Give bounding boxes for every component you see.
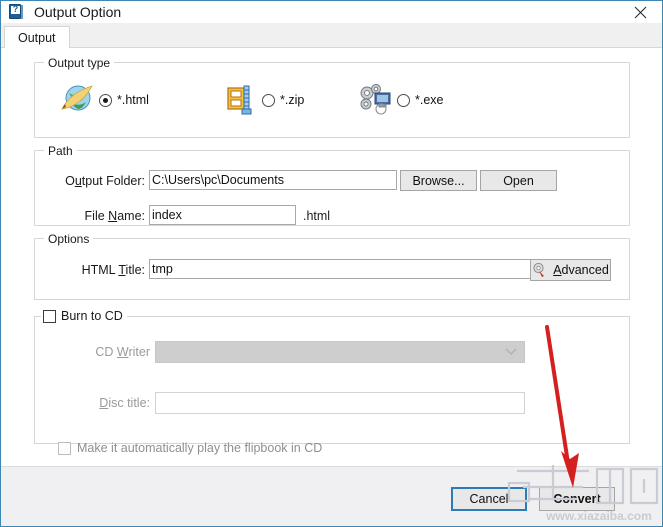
dialog-footer: Cancel Convert <box>1 466 662 526</box>
options-group-title: Options <box>44 232 94 246</box>
advanced-button-label: Advanced <box>553 263 609 277</box>
radio-exe[interactable] <box>397 93 410 107</box>
gear-icon <box>532 262 548 278</box>
path-group: Path Output Folder: Browse... Open File … <box>34 144 630 226</box>
chevron-down-icon <box>505 348 517 355</box>
window-title: Output Option <box>34 4 122 20</box>
file-extension-label: .html <box>303 209 331 223</box>
autoplay-checkbox-row: Make it automatically play the flipbook … <box>58 441 322 455</box>
zip-archive-icon <box>222 82 262 118</box>
output-type-label-html: *.html <box>117 93 149 107</box>
output-type-label-zip: *.zip <box>280 93 305 107</box>
radio-html[interactable] <box>99 93 112 107</box>
output-type-option-exe[interactable]: *.exe <box>357 82 444 118</box>
close-icon[interactable] <box>618 1 662 23</box>
output-type-option-zip[interactable]: *.zip <box>222 82 304 118</box>
browse-button[interactable]: Browse... <box>400 170 477 191</box>
html-title-label: HTML Title: <box>81 263 145 277</box>
gears-exe-icon <box>357 82 397 118</box>
disc-title-label: Disc title: <box>99 396 150 410</box>
output-type-group-title: Output type <box>44 56 115 70</box>
file-name-label: File Name: <box>84 209 145 223</box>
output-folder-input[interactable] <box>149 170 397 190</box>
radio-zip[interactable] <box>262 93 275 107</box>
burn-to-cd-checkbox[interactable] <box>43 309 56 323</box>
disc-title-input <box>155 392 525 414</box>
dialog-body: Output type *.html *.zip *.exe Path Outp… <box>1 48 662 466</box>
advanced-button[interactable]: Advanced <box>530 259 611 281</box>
output-option-dialog: ? Output Option Output Output type *.htm… <box>0 0 663 527</box>
globe-html-icon <box>59 82 99 118</box>
output-folder-label: Output Folder: <box>65 174 145 188</box>
file-name-input[interactable] <box>149 205 296 225</box>
output-type-group: Output type *.html *.zip *.exe <box>34 56 630 138</box>
options-group: Options HTML Title: Advanced <box>34 232 630 300</box>
open-button[interactable]: Open <box>480 170 557 191</box>
tab-output[interactable]: Output <box>4 26 70 48</box>
html-title-input[interactable] <box>149 259 536 279</box>
help-book-icon: ? <box>8 4 24 20</box>
path-group-title: Path <box>44 144 77 158</box>
tab-strip: Output <box>1 23 662 48</box>
convert-button[interactable]: Convert <box>539 487 615 511</box>
cd-writer-dropdown <box>155 341 525 363</box>
burn-to-cd-checkbox-row[interactable]: Burn to CD <box>41 309 127 323</box>
autoplay-checkbox <box>58 441 71 455</box>
cd-writer-label: CD Writer <box>95 345 150 359</box>
burn-to-cd-label: Burn to CD <box>61 309 123 323</box>
title-bar: ? Output Option <box>1 1 662 23</box>
burn-to-cd-group: Burn to CD CD Writer Disc title: Make it… <box>34 309 630 455</box>
output-type-label-exe: *.exe <box>415 93 444 107</box>
autoplay-label: Make it automatically play the flipbook … <box>77 441 323 455</box>
output-type-option-html[interactable]: *.html <box>59 82 149 118</box>
cancel-button[interactable]: Cancel <box>451 487 527 511</box>
